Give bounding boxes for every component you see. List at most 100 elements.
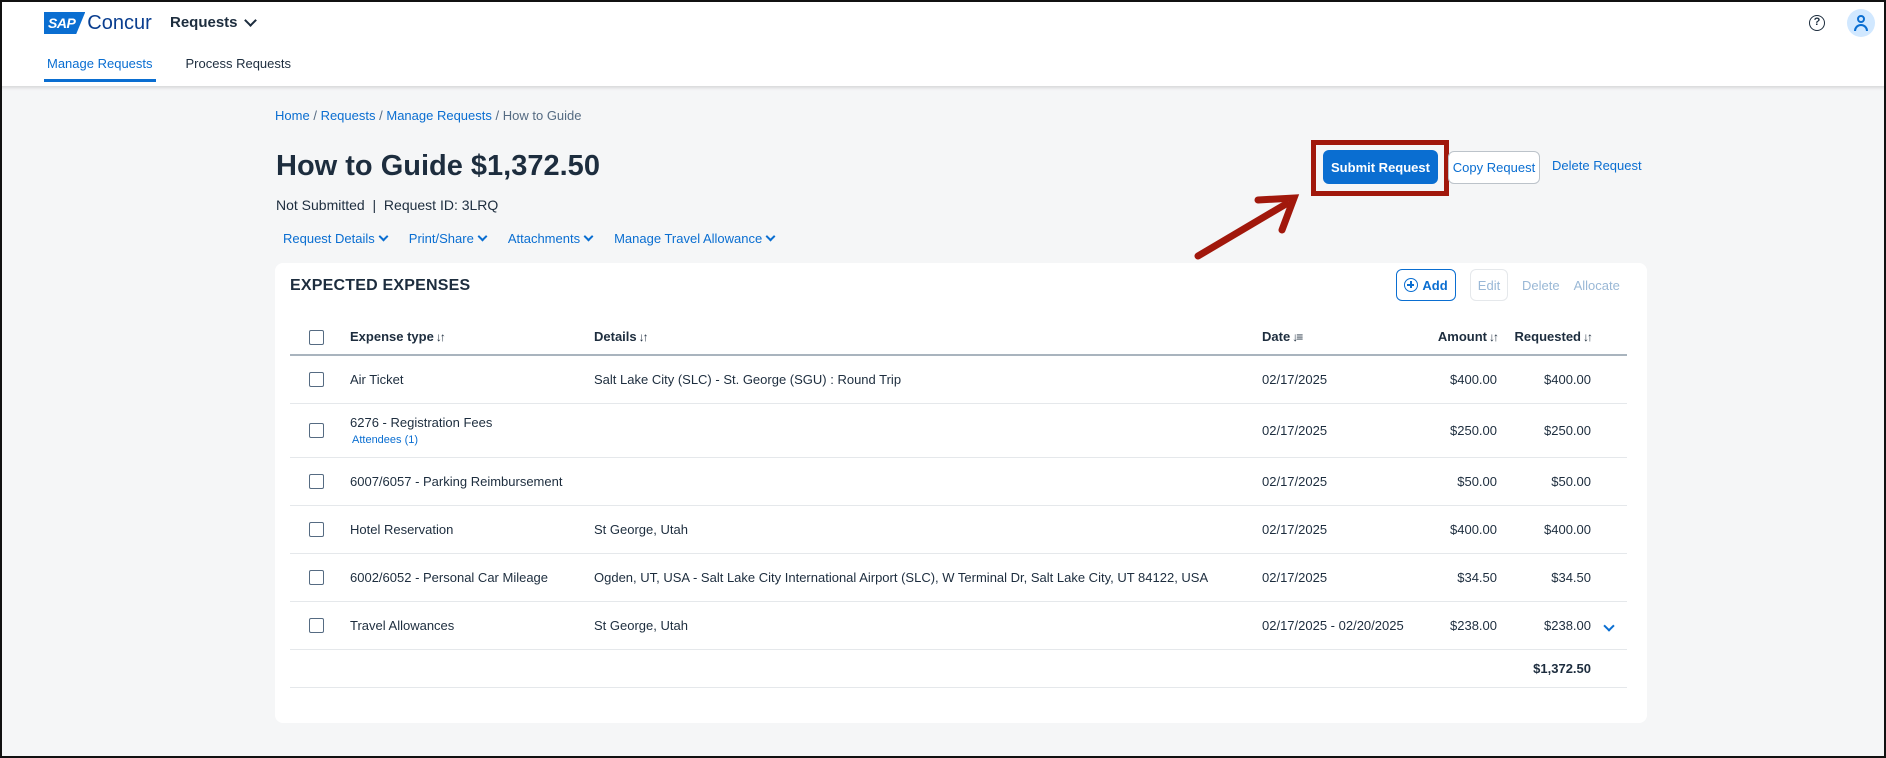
header-expense-type[interactable]: Expense type ↓↑: [350, 319, 594, 356]
header-amount[interactable]: Amount ↓↑: [1417, 319, 1499, 356]
request-status-line: Not Submitted | Request ID: 3LRQ: [276, 197, 498, 213]
total-amount: $1,372.50: [1497, 649, 1591, 688]
requests-menu-button[interactable]: Requests: [170, 14, 257, 31]
expense-date: 02/17/2025: [1262, 505, 1417, 554]
request-id: Request ID: 3LRQ: [383, 197, 499, 213]
table-header-row: Expense type ↓↑ Details ↓↑ Date ↓≡ Amount ↓↑…: [290, 319, 1627, 356]
header-date[interactable]: Date ↓≡: [1262, 319, 1417, 356]
request-status: Not Submitted: [276, 197, 365, 213]
sort-icon: ↓↑: [435, 330, 446, 344]
chevron-down-icon: [583, 231, 594, 242]
user-profile-icon[interactable]: [1847, 9, 1875, 37]
row-select-cell: [290, 601, 350, 650]
expenses-section-title: EXPECTED EXPENSES: [290, 277, 471, 294]
row-checkbox[interactable]: [309, 474, 324, 490]
table-row[interactable]: 6007/6057 - Parking Reimbursement 02/17/…: [290, 457, 1627, 506]
expected-expenses-card: EXPECTED EXPENSES Add Edit Delete Alloca…: [275, 263, 1647, 723]
expense-date: 02/17/2025 - 02/20/2025: [1262, 601, 1417, 650]
request-submenus: Request Details Print/Share Attachments …: [283, 231, 776, 246]
expense-amount: $50.00: [1417, 457, 1497, 506]
manage-travel-allowance-menu[interactable]: Manage Travel Allowance: [614, 231, 776, 246]
sort-icon: ↓↑: [638, 330, 649, 344]
table-row[interactable]: Travel Allowances St George, Utah 02/17/…: [290, 601, 1627, 650]
total-row: $1,372.50: [290, 649, 1627, 688]
row-expand-cell: [1591, 553, 1627, 602]
attendees-link[interactable]: Attendees (1): [352, 434, 594, 446]
status-separator: |: [372, 197, 377, 213]
header-requested-label: Requested: [1514, 329, 1581, 344]
tab-manage-requests[interactable]: Manage Requests: [44, 56, 156, 82]
expense-type: Air Ticket: [350, 355, 594, 404]
expense-amount: $250.00: [1417, 403, 1497, 458]
attachments-menu[interactable]: Attachments: [508, 231, 594, 246]
sort-icon: ↓↑: [1489, 330, 1499, 344]
breadcrumb-home[interactable]: Home: [275, 108, 310, 123]
delete-request-link[interactable]: Delete Request: [1552, 158, 1642, 173]
request-details-label: Request Details: [283, 231, 375, 246]
expense-date: 02/17/2025: [1262, 403, 1417, 458]
table-row[interactable]: 6276 - Registration Fees Attendees (1) 0…: [290, 403, 1627, 458]
row-select-cell: [290, 403, 350, 458]
row-checkbox[interactable]: [309, 522, 324, 538]
expense-requested: $250.00: [1497, 403, 1591, 458]
sap-concur-logo[interactable]: SAP Concur: [44, 12, 152, 34]
submit-request-button[interactable]: Submit Request: [1323, 150, 1438, 184]
row-checkbox[interactable]: [309, 423, 324, 439]
user-head-shape: [1857, 15, 1865, 23]
user-body-shape: [1854, 24, 1868, 31]
row-expand-cell: [1591, 403, 1627, 458]
manage-travel-allowance-label: Manage Travel Allowance: [614, 231, 763, 246]
header-date-label: Date: [1262, 329, 1291, 344]
requests-menu-label: Requests: [170, 14, 238, 31]
row-checkbox[interactable]: [309, 372, 324, 388]
table-row[interactable]: Air Ticket Salt Lake City (SLC) - St. Ge…: [290, 355, 1627, 404]
select-all-cell: [290, 319, 350, 356]
print-share-label: Print/Share: [408, 231, 474, 246]
expense-details: St George, Utah: [594, 505, 1262, 554]
select-all-checkbox[interactable]: [309, 329, 324, 345]
plus-circle-icon: [1404, 278, 1419, 292]
print-share-menu[interactable]: Print/Share: [408, 231, 488, 246]
request-details-menu[interactable]: Request Details: [283, 231, 389, 246]
tab-process-requests[interactable]: Process Requests: [186, 56, 292, 82]
delete-expense-link[interactable]: Delete: [1522, 278, 1560, 293]
table-row[interactable]: 6002/6052 - Personal Car Mileage Ogden, …: [290, 553, 1627, 602]
copy-request-button[interactable]: Copy Request: [1448, 151, 1540, 184]
row-expand-cell: [1591, 355, 1627, 404]
row-checkbox[interactable]: [309, 618, 324, 634]
add-expense-button[interactable]: Add: [1396, 269, 1456, 301]
top-tabs: Manage Requests Process Requests: [44, 56, 291, 82]
expense-type: 6002/6052 - Personal Car Mileage: [350, 553, 594, 602]
chevron-down-icon[interactable]: [1603, 619, 1615, 632]
row-checkbox[interactable]: [309, 570, 324, 586]
expense-requested: $50.00: [1497, 457, 1591, 506]
breadcrumb-requests[interactable]: Requests: [321, 108, 376, 123]
total-empty-cell: [1417, 649, 1497, 688]
breadcrumb-separator: /: [495, 108, 500, 123]
header-requested[interactable]: Requested ↓↑: [1497, 319, 1593, 356]
chevron-down-icon: [765, 231, 776, 242]
annotation-arrow-icon: [1194, 194, 1300, 260]
logo-badge: SAP: [44, 12, 86, 34]
expenses-table: Expense type ↓↑ Details ↓↑ Date ↓≡ Amount ↓↑…: [290, 319, 1627, 688]
row-select-cell: [290, 457, 350, 506]
expense-amount: $34.50: [1417, 553, 1497, 602]
help-icon[interactable]: ?: [1809, 15, 1825, 31]
page-title: How to Guide $1,372.50: [276, 150, 600, 182]
breadcrumb-manage-requests[interactable]: Manage Requests: [386, 108, 492, 123]
chevron-down-icon: [243, 14, 257, 27]
expense-date: 02/17/2025: [1262, 355, 1417, 404]
breadcrumb: Home / Requests / Manage Requests / How …: [275, 108, 582, 123]
edit-expense-button[interactable]: Edit: [1470, 269, 1508, 301]
total-empty-cell: [290, 649, 350, 688]
row-select-cell: [290, 553, 350, 602]
row-expand-cell: [1591, 505, 1627, 554]
sort-descending-icon: ↓≡: [1292, 330, 1303, 344]
table-row[interactable]: Hotel Reservation St George, Utah 02/17/…: [290, 505, 1627, 554]
allocate-expense-link[interactable]: Allocate: [1574, 278, 1620, 293]
expense-date: 02/17/2025: [1262, 457, 1417, 506]
chevron-down-icon: [477, 231, 488, 242]
expense-date: 02/17/2025: [1262, 553, 1417, 602]
expense-requested: $238.00: [1497, 601, 1591, 650]
header-details[interactable]: Details ↓↑: [594, 319, 1262, 356]
